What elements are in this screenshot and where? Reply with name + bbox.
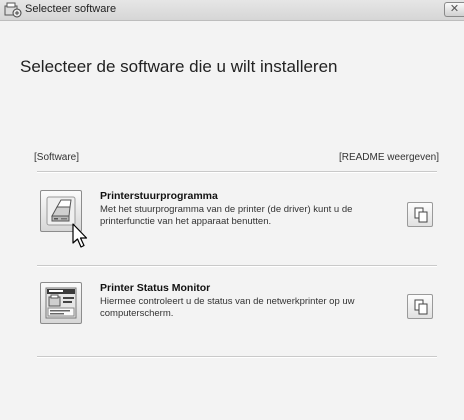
separator-bottom [37,356,437,358]
window-app-icon [4,2,22,18]
document-copy-icon [414,299,428,315]
software-item-status-monitor: Printer Status Monitor Hiermee controlee… [37,268,437,348]
item-description: Met het stuurprogramma van de printer (d… [100,204,353,227]
item-description: Hiermee controleert u de status van de n… [100,296,355,319]
status-monitor-icon [45,287,77,319]
page-heading: Selecteer de software die u wilt install… [20,57,338,76]
separator-top [37,171,437,173]
readme-column-label: [README weergeven] [338,152,439,163]
window-title: Selecteer software [25,3,117,15]
close-button[interactable]: ✕ [444,2,464,17]
installer-window: Selecteer software ✕ Selecteer de softwa… [0,0,464,420]
readme-status-monitor-button[interactable] [407,294,433,319]
item-title: Printer Status Monitor [100,282,211,294]
close-icon: ✕ [449,3,460,15]
install-printer-driver-button[interactable] [40,190,82,232]
printer-icon [46,196,76,226]
readme-printer-driver-button[interactable] [407,202,433,227]
title-bar: Selecteer software ✕ [0,0,464,21]
separator-middle [37,265,437,267]
software-item-printer-driver: Printerstuurprogramma Met het stuurprogr… [37,176,437,256]
item-title: Printerstuurprogramma [100,190,218,202]
install-status-monitor-button[interactable] [40,282,82,324]
document-copy-icon [414,207,428,223]
software-column-label: [Software] [34,152,80,163]
